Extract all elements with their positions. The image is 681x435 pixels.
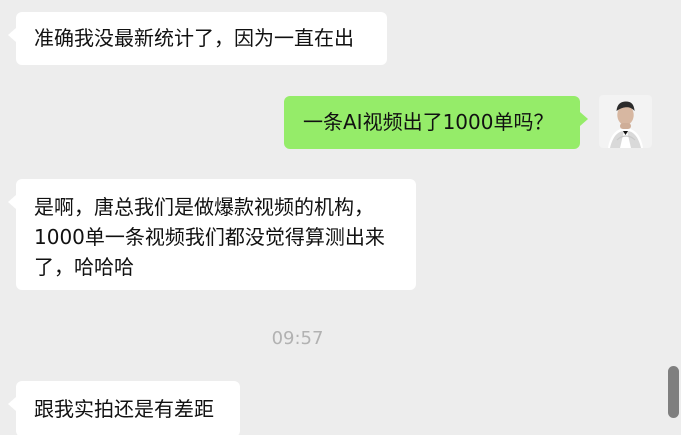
vertical-scrollbar[interactable] <box>668 366 679 418</box>
outgoing-message-bubble[interactable]: 一条AI视频出了1000单吗？ <box>284 96 588 149</box>
avatar[interactable] <box>599 95 652 148</box>
incoming-message-bubble[interactable]: 跟我实拍还是有差距 <box>8 381 240 435</box>
message-timestamp: 09:57 <box>271 328 324 349</box>
incoming-message-bubble[interactable]: 准确我没最新统计了，因为一直在出 <box>8 12 387 65</box>
chat-window: 准确我没最新统计了，因为一直在出 一条AI视频出了1000单吗？ 是啊，唐总我们… <box>0 0 681 435</box>
incoming-message-bubble[interactable]: 是啊，唐总我们是做爆款视频的机构，1000单一条视频我们都没觉得算测出来了，哈哈… <box>8 179 416 290</box>
